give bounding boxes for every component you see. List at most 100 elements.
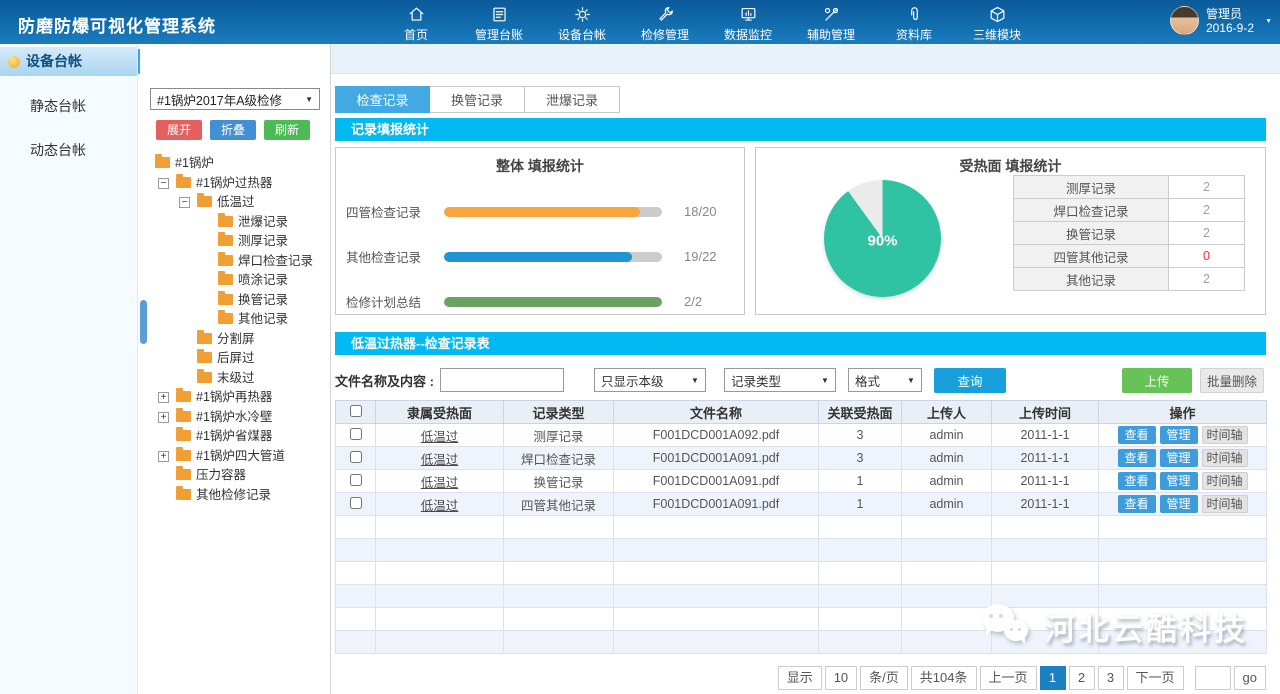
sidebar-item-dynamic-ledger[interactable]: 动态台帐 (0, 136, 137, 164)
prev-page-button[interactable]: 上一页 (980, 666, 1037, 690)
nav-item-home[interactable]: 首页 (388, 3, 444, 43)
tree-scrollbar-thumb[interactable] (140, 300, 147, 344)
tab-explosion-records[interactable]: 泄爆记录 (525, 86, 620, 113)
timeline-button[interactable]: 时间轴 (1202, 472, 1248, 490)
next-page-button[interactable]: 下一页 (1127, 666, 1184, 690)
tree-node-label[interactable]: 测厚记录 (238, 234, 288, 248)
query-button[interactable]: 查询 (934, 368, 1006, 393)
manage-button[interactable]: 管理 (1160, 472, 1198, 490)
tree-node-label[interactable]: 换管记录 (238, 293, 288, 307)
tree-node-label[interactable]: 低温过 (217, 195, 255, 209)
collapse-node-icon[interactable]: − (179, 197, 190, 208)
tree-node[interactable]: 泄爆记录 (140, 213, 328, 233)
nav-item-equipment-ledger[interactable]: 设备台帐 (554, 3, 610, 43)
row-checkbox[interactable] (350, 497, 362, 509)
user-dropdown-caret-icon[interactable]: ▼ (1265, 18, 1272, 25)
row-checkbox[interactable] (350, 451, 362, 463)
manage-button[interactable]: 管理 (1160, 449, 1198, 467)
tree-node-label[interactable]: 泄爆记录 (238, 215, 288, 229)
tree-node-label[interactable]: #1锅炉四大管道 (196, 449, 285, 463)
sidebar-item-equipment-ledger[interactable]: 设备台帐 (0, 47, 137, 76)
format-select[interactable]: 格式▼ (848, 368, 922, 392)
tree-node[interactable]: 末级过 (140, 369, 328, 389)
surface-link[interactable]: 低温过 (421, 430, 459, 444)
tree-node[interactable]: 喷涂记录 (140, 271, 328, 291)
surface-link[interactable]: 低温过 (421, 499, 459, 513)
tree-node-label[interactable]: 其他记录 (238, 312, 288, 326)
tree-node[interactable]: − #1锅炉过热器 (140, 174, 328, 194)
expand-button[interactable]: 展开 (156, 120, 202, 140)
nav-item-3d-module[interactable]: 三维模块 (969, 3, 1025, 43)
tree-node[interactable]: #1锅炉 (140, 154, 328, 174)
tree-node-label[interactable]: #1锅炉过热器 (196, 176, 272, 190)
sidebar-item-static-ledger[interactable]: 静态台帐 (0, 92, 137, 120)
tree-node-label[interactable]: 压力容器 (196, 468, 246, 482)
nav-item-repository[interactable]: 资料库 (886, 3, 942, 43)
collapse-node-icon[interactable]: − (158, 178, 169, 189)
scope-select[interactable]: 只显示本级▼ (594, 368, 706, 392)
tree-node[interactable]: + #1锅炉四大管道 (140, 447, 328, 467)
page-size-select[interactable]: 10 (825, 666, 857, 690)
tree-node-label[interactable]: 分割屏 (217, 332, 255, 346)
tree-node-label[interactable]: 末级过 (217, 371, 255, 385)
timeline-button[interactable]: 时间轴 (1202, 426, 1248, 444)
batch-delete-button[interactable]: 批量删除 (1200, 368, 1264, 393)
tree-node[interactable]: 其他记录 (140, 310, 328, 330)
tree-node[interactable]: 换管记录 (140, 291, 328, 311)
page-button-1[interactable]: 1 (1040, 666, 1066, 690)
nav-item-management-ledger[interactable]: 管理台账 (471, 3, 527, 43)
surface-link[interactable]: 低温过 (421, 476, 459, 490)
view-button[interactable]: 查看 (1118, 449, 1156, 467)
refresh-button[interactable]: 刷新 (264, 120, 310, 140)
tree-node-label[interactable]: 后屏过 (217, 351, 255, 365)
tree-node[interactable]: #1锅炉省煤器 (140, 427, 328, 447)
tree-node-label[interactable]: 其他检修记录 (196, 488, 271, 502)
row-checkbox[interactable] (350, 474, 362, 486)
page-goto-input[interactable] (1195, 666, 1231, 690)
tree-node[interactable]: 测厚记录 (140, 232, 328, 252)
collapse-button[interactable]: 折叠 (210, 120, 256, 140)
expand-node-icon[interactable]: + (158, 412, 169, 423)
tree-node[interactable]: 其他检修记录 (140, 486, 328, 506)
tree-node-label[interactable]: #1锅炉省煤器 (196, 429, 272, 443)
select-all-checkbox[interactable] (350, 405, 362, 417)
timeline-button[interactable]: 时间轴 (1202, 495, 1248, 513)
tree-node-label[interactable]: #1锅炉再热器 (196, 390, 272, 404)
surface-link[interactable]: 低温过 (421, 453, 459, 467)
nav-item-data-monitor[interactable]: 数据监控 (720, 3, 776, 43)
tree-node-label[interactable]: 喷涂记录 (238, 273, 288, 287)
overhaul-select[interactable]: #1锅炉2017年A级检修 ▼ (150, 88, 320, 110)
record-type-select[interactable]: 记录类型▼ (724, 368, 836, 392)
page-button-2[interactable]: 2 (1069, 666, 1095, 690)
timeline-button[interactable]: 时间轴 (1202, 449, 1248, 467)
nav-item-aux-management[interactable]: 辅助管理 (803, 3, 859, 43)
file-name-input[interactable] (440, 368, 564, 392)
view-button[interactable]: 查看 (1118, 472, 1156, 490)
tree-node[interactable]: 后屏过 (140, 349, 328, 369)
tree-node-label[interactable]: #1锅炉水冷壁 (196, 410, 272, 424)
tree-node[interactable]: + #1锅炉再热器 (140, 388, 328, 408)
row-checkbox[interactable] (350, 428, 362, 440)
expand-node-icon[interactable]: + (158, 392, 169, 403)
tab-tube-replacement-records[interactable]: 换管记录 (430, 86, 525, 113)
tab-inspection-records[interactable]: 检查记录 (335, 86, 430, 113)
tree-node[interactable]: 压力容器 (140, 466, 328, 486)
page-button-3[interactable]: 3 (1098, 666, 1124, 690)
tree-node-label[interactable]: #1锅炉 (175, 156, 214, 170)
uploader-cell: admin (902, 424, 992, 447)
view-button[interactable]: 查看 (1118, 426, 1156, 444)
upload-time-cell: 2011-1-1 (992, 447, 1099, 470)
tree-node[interactable]: 分割屏 (140, 330, 328, 350)
tree-node[interactable]: 焊口检查记录 (140, 252, 328, 272)
user-menu[interactable]: 管理员 2016-9-2 (1170, 6, 1254, 35)
manage-button[interactable]: 管理 (1160, 495, 1198, 513)
tree-node[interactable]: − 低温过 (140, 193, 328, 213)
go-button[interactable]: go (1234, 666, 1266, 690)
tree-node-label[interactable]: 焊口检查记录 (238, 254, 313, 268)
expand-node-icon[interactable]: + (158, 451, 169, 462)
tree-node[interactable]: + #1锅炉水冷壁 (140, 408, 328, 428)
view-button[interactable]: 查看 (1118, 495, 1156, 513)
nav-item-repair-management[interactable]: 检修管理 (637, 3, 693, 43)
manage-button[interactable]: 管理 (1160, 426, 1198, 444)
upload-button[interactable]: 上传 (1122, 368, 1192, 393)
